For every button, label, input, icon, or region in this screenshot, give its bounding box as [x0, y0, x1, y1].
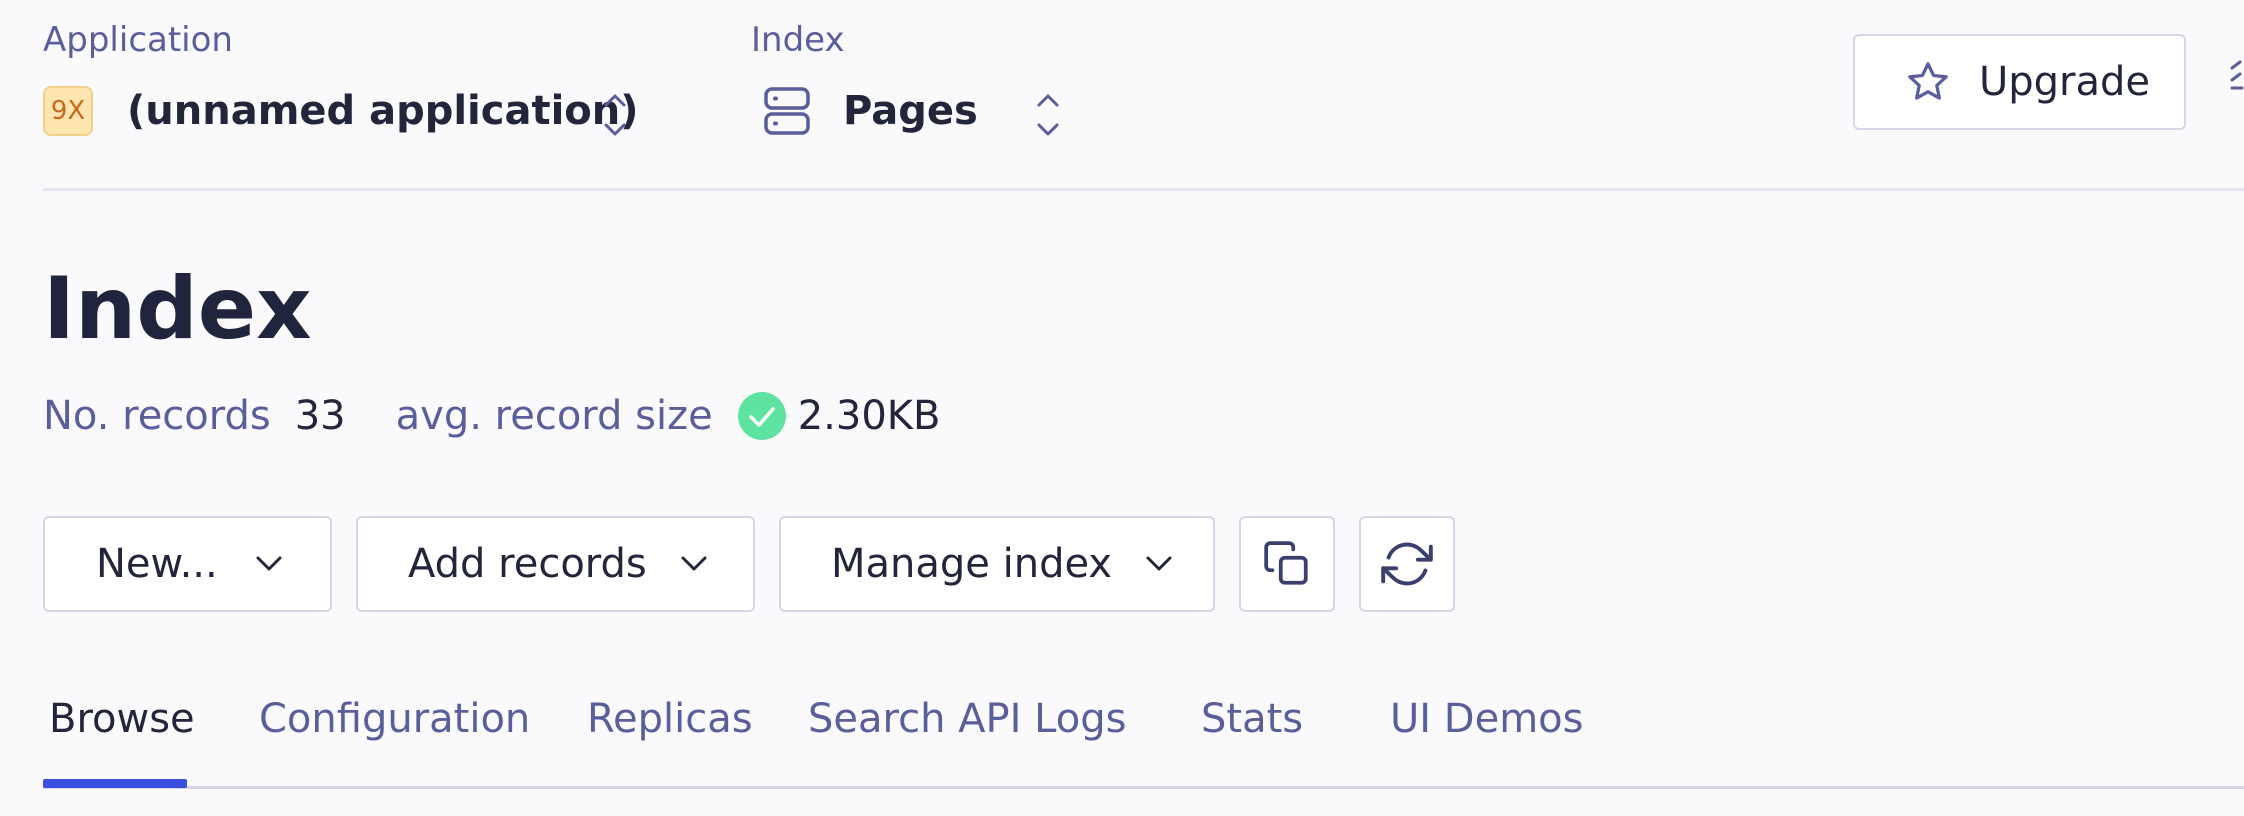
- tab-replicas[interactable]: Replicas: [587, 696, 753, 742]
- refresh-icon: [1381, 542, 1433, 586]
- copy-icon: [1264, 541, 1308, 585]
- chevron-down-icon: [256, 556, 282, 571]
- add-records-button[interactable]: Add records: [356, 516, 755, 612]
- server-icon: [764, 87, 810, 135]
- chevron-down-icon: [681, 556, 707, 571]
- tab-ui-demos[interactable]: UI Demos: [1390, 696, 1583, 742]
- upgrade-button[interactable]: Upgrade: [1853, 34, 2186, 130]
- tab-browse[interactable]: Browse: [49, 696, 195, 742]
- refresh-button[interactable]: [1359, 516, 1455, 612]
- star-icon: [1908, 62, 1948, 100]
- header-divider: [43, 188, 2244, 191]
- add-records-label: Add records: [408, 541, 647, 587]
- record-size-value: 2.30KB: [797, 393, 941, 439]
- tabs-divider: [43, 786, 2244, 789]
- index-stats: No. records 33 avg. record size 2.30KB: [43, 390, 940, 442]
- application-badge: 9X: [43, 86, 93, 136]
- new-button-label: New...: [96, 541, 218, 587]
- chevron-down-icon: [1146, 556, 1172, 571]
- application-label: Application: [43, 20, 233, 60]
- active-tab-indicator: [43, 779, 187, 788]
- partial-icon[interactable]: [2228, 58, 2244, 104]
- check-circle-icon: [737, 392, 786, 440]
- chevrons-up-down-icon[interactable]: [1033, 85, 1063, 145]
- chevrons-up-down-icon[interactable]: [600, 85, 630, 145]
- application-selector[interactable]: 9X (unnamed application): [43, 86, 639, 136]
- new-button[interactable]: New...: [43, 516, 332, 612]
- manage-index-label: Manage index: [831, 541, 1113, 587]
- record-size-label: avg. record size: [395, 393, 713, 439]
- application-name: (unnamed application): [127, 88, 639, 134]
- copy-button[interactable]: [1239, 516, 1335, 612]
- manage-index-button[interactable]: Manage index: [779, 516, 1215, 612]
- records-value: 33: [294, 393, 346, 439]
- index-name: Pages: [843, 88, 978, 134]
- page-title: Index: [43, 259, 312, 359]
- tab-stats[interactable]: Stats: [1201, 696, 1303, 742]
- tab-search-api-logs[interactable]: Search API Logs: [808, 696, 1126, 742]
- records-label: No. records: [43, 393, 271, 439]
- tab-configuration[interactable]: Configuration: [259, 696, 530, 742]
- index-selector[interactable]: Pages: [763, 86, 978, 136]
- index-label: Index: [751, 20, 845, 60]
- upgrade-label: Upgrade: [1979, 59, 2151, 105]
